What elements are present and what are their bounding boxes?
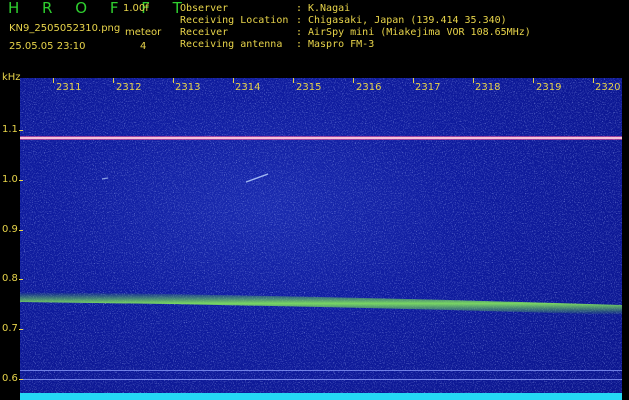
version-label: 1.00f <box>123 3 149 14</box>
y-tick <box>19 379 23 380</box>
x-tick <box>233 78 234 83</box>
x-tick <box>353 78 354 83</box>
x-tick-label: 2311 <box>56 82 82 93</box>
x-tick-label: 2312 <box>116 82 142 93</box>
event-count: 4 <box>140 41 147 52</box>
info-row-antenna: Receiving antenna: Maspro FM-3 <box>180 39 375 50</box>
x-tick <box>593 78 594 83</box>
y-tick-label: 0.8 <box>2 273 18 284</box>
y-tick <box>19 279 23 280</box>
x-tick-label: 2315 <box>296 82 322 93</box>
y-tick-label: 0.7 <box>2 323 18 334</box>
x-tick <box>473 78 474 83</box>
y-tick <box>19 130 23 131</box>
carrier-line <box>20 137 622 139</box>
file-name: KN9_2505052310.png <box>9 23 121 34</box>
x-tick <box>173 78 174 83</box>
y-tick <box>19 180 23 181</box>
event-type-label: meteor <box>125 27 162 38</box>
baseline-strip <box>20 393 622 400</box>
x-tick <box>293 78 294 83</box>
x-tick-label: 2318 <box>475 82 501 93</box>
info-row-observer: Observer: K.Nagai <box>180 3 351 14</box>
app-brand: H R O F F T <box>8 0 191 17</box>
x-tick-label: 2320 <box>595 82 621 93</box>
y-tick-label: 1.1 <box>2 124 18 135</box>
station-info: Observer: K.Nagai Receiving Location: Chig… <box>180 3 531 51</box>
guide-line <box>20 370 622 371</box>
spectrogram-panel <box>20 78 622 400</box>
y-tick-label: 1.0 <box>2 174 18 185</box>
y-tick <box>19 329 23 330</box>
x-tick <box>113 78 114 83</box>
guide-line <box>20 379 622 380</box>
timestamp: 25.05.05 23:10 <box>9 41 86 52</box>
header-panel: H R O F F T 1.00f KN9_2505052310.png 25.… <box>0 0 629 70</box>
y-tick-label: 0.6 <box>2 373 18 384</box>
info-row-receiver: Receiver: AirSpy mini (Miakejima VOR 108.… <box>180 27 531 38</box>
x-tick-label: 2314 <box>235 82 261 93</box>
noise-texture <box>20 78 622 400</box>
x-tick <box>533 78 534 83</box>
x-tick-label: 2316 <box>356 82 382 93</box>
y-tick <box>19 230 23 231</box>
x-tick-label: 2313 <box>175 82 201 93</box>
y-axis-unit: kHz <box>2 72 21 83</box>
x-tick <box>413 78 414 83</box>
x-tick-label: 2319 <box>536 82 562 93</box>
x-tick <box>53 78 54 83</box>
info-row-location: Receiving Location: Chigasaki, Japan (139… <box>180 15 507 26</box>
y-tick-label: 0.9 <box>2 224 18 235</box>
spectrogram-svg <box>20 78 622 400</box>
x-tick-label: 2317 <box>415 82 441 93</box>
